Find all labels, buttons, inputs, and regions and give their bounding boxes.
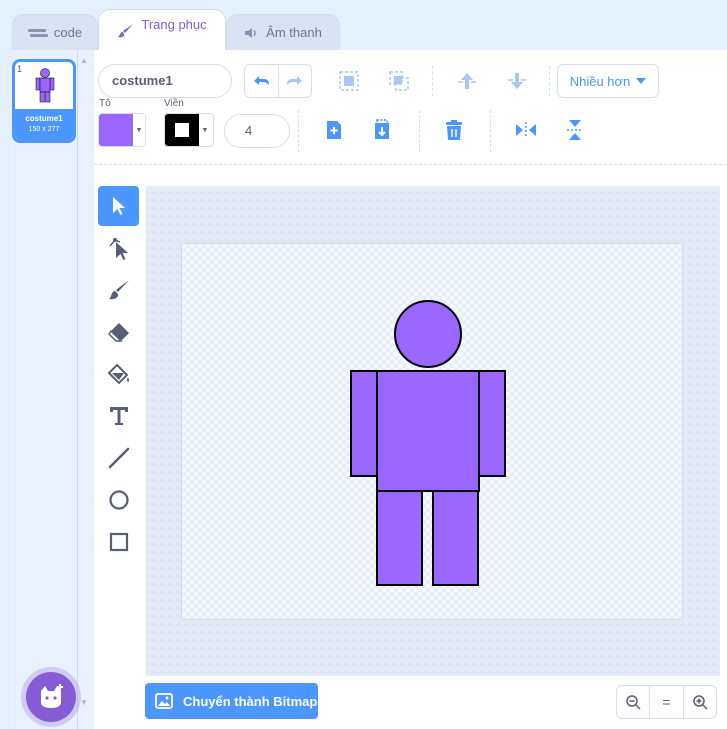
group-button[interactable] [336, 68, 362, 94]
zoom-in-button[interactable] [682, 686, 716, 718]
undo-button[interactable] [245, 65, 279, 97]
toolbar-bottom-divider [94, 164, 727, 165]
undo-redo-group [244, 64, 312, 98]
forward-button[interactable] [454, 68, 480, 94]
trash-icon [446, 120, 462, 140]
paste-button[interactable] [370, 117, 394, 143]
costume-list-scrollbar[interactable] [78, 50, 94, 729]
brush-tool[interactable] [98, 270, 139, 310]
copy-icon [327, 121, 341, 139]
convert-label: Chuyển thành Bitmap [183, 693, 318, 709]
tab-sounds[interactable]: Âm thanh [226, 14, 340, 50]
zoom-reset-button[interactable]: = [649, 686, 682, 718]
flip-horizontal-button[interactable] [513, 118, 539, 142]
reshape-icon [108, 238, 128, 260]
costume-number: 1 [17, 64, 23, 74]
outline-caret-icon: ▼ [199, 114, 211, 146]
outline-label: Viền [164, 98, 184, 109]
text-tool[interactable] [98, 396, 139, 436]
circle-tool[interactable] [98, 480, 139, 520]
flip-vertical-icon [567, 120, 583, 140]
eraser-tool[interactable] [98, 312, 139, 352]
toolbar-divider [419, 110, 420, 152]
scroll-down-arrow-icon[interactable]: ▼ [80, 698, 88, 707]
eraser-icon [107, 323, 129, 342]
sprite-body [376, 370, 480, 492]
tab-costumes[interactable]: Trang phục [98, 9, 226, 51]
outline-width-input[interactable]: 4 [224, 114, 290, 148]
sprite-left-arm [350, 370, 378, 477]
zoom-controls: = [616, 685, 717, 719]
arrow-up-icon [458, 73, 476, 89]
toolbar-divider [549, 66, 550, 96]
backward-button[interactable] [504, 68, 530, 94]
drawing-canvas[interactable] [181, 243, 683, 620]
toolbar-divider [432, 66, 433, 96]
text-icon [109, 407, 128, 425]
toolbar-divider [490, 110, 491, 152]
costume-thumbnail [35, 68, 55, 103]
sprite-left-leg [376, 490, 423, 586]
delete-button[interactable] [442, 117, 466, 143]
redo-button[interactable] [279, 65, 312, 97]
sprite-right-leg [432, 490, 479, 586]
arrow-cursor-icon [112, 197, 125, 215]
code-icon [27, 28, 48, 37]
fill-color-picker[interactable]: ▼ [98, 113, 146, 147]
add-costume-button[interactable] [26, 672, 76, 722]
rectangle-icon [109, 532, 128, 552]
convert-to-bitmap-button[interactable]: Chuyển thành Bitmap [145, 683, 318, 719]
costume-list [10, 50, 78, 729]
more-button[interactable]: Nhiều hơn [557, 64, 659, 98]
fill-tool[interactable] [98, 354, 139, 394]
fill-label: Tô [99, 98, 111, 109]
tab-sounds-label: Âm thanh [266, 25, 322, 40]
undo-icon [254, 76, 270, 85]
fill-color-swatch [99, 114, 133, 146]
tab-code-label: code [53, 25, 83, 40]
sprite-head [394, 300, 462, 368]
scroll-up-arrow-icon[interactable]: ▲ [80, 56, 88, 65]
arrow-down-icon [508, 73, 526, 89]
outline-color-picker[interactable]: ▼ [164, 113, 214, 147]
speaker-icon [245, 27, 256, 38]
flip-horizontal-icon [516, 122, 536, 138]
select-tool[interactable] [98, 186, 139, 226]
zoom-out-button[interactable] [617, 686, 649, 718]
caret-down-icon [636, 78, 647, 84]
zoom-in-icon [693, 695, 708, 710]
costume-name: costume1 [25, 114, 63, 123]
sprite-right-arm [478, 370, 506, 477]
costume-item[interactable]: 1 costume1 150 x 277 [12, 59, 76, 143]
costume-label: costume1 150 x 277 [15, 109, 73, 140]
more-label: Nhiều hơn [569, 73, 631, 89]
paint-bucket-icon [107, 363, 129, 385]
tab-costumes-label: Trang phục [141, 17, 207, 32]
reshape-tool[interactable] [98, 228, 139, 268]
group-icon [339, 71, 359, 91]
brush-icon [108, 280, 129, 300]
toolbar-divider [298, 110, 299, 152]
costume-size: 150 x 277 [28, 126, 60, 133]
cat-add-icon [41, 684, 63, 708]
tab-bar: code Trang phục Âm thanh [0, 0, 727, 51]
brush-icon [118, 23, 134, 37]
line-tool[interactable] [98, 438, 139, 478]
tab-code[interactable]: code [12, 14, 98, 50]
redo-icon [286, 76, 302, 85]
costume-drawing [350, 300, 506, 586]
ungroup-icon [389, 71, 409, 91]
image-icon [155, 693, 173, 709]
circle-icon [108, 490, 129, 510]
rectangle-tool[interactable] [98, 522, 139, 562]
zoom-out-icon [626, 695, 641, 710]
ungroup-button[interactable] [386, 68, 412, 94]
paste-icon [375, 119, 389, 139]
fill-caret-icon: ▼ [133, 114, 145, 146]
copy-button[interactable] [322, 117, 346, 143]
outline-color-swatch [165, 114, 199, 146]
costume-name-input[interactable]: costume1 [98, 64, 232, 98]
line-icon [108, 447, 129, 469]
flip-vertical-button[interactable] [563, 117, 587, 143]
